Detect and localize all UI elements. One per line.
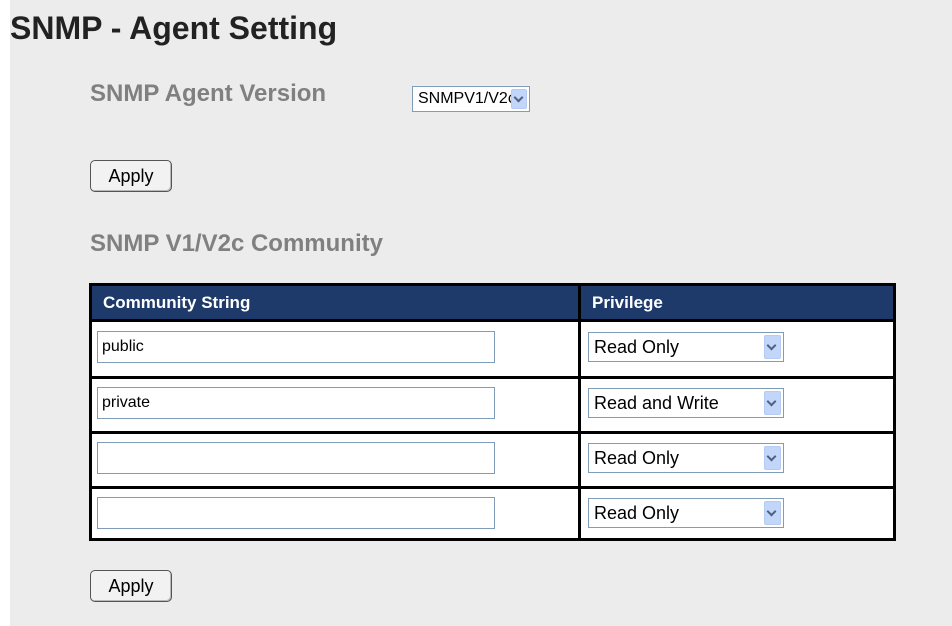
column-header-community-string: Community String xyxy=(92,286,578,319)
agent-version-value: SNMPV1/V2c xyxy=(418,90,516,107)
chevron-down-icon[interactable] xyxy=(764,446,781,470)
row-divider xyxy=(92,376,893,379)
chevron-down-icon[interactable] xyxy=(764,335,781,359)
community-string-input-4[interactable] xyxy=(97,497,495,529)
row-divider xyxy=(92,319,893,322)
privilege-value-3: Read Only xyxy=(594,448,680,468)
community-table: Community String Privilege Read Only Rea… xyxy=(89,283,896,541)
community-string-input-2[interactable] xyxy=(97,387,495,419)
privilege-select-4[interactable]: Read Only xyxy=(588,498,784,528)
row-divider xyxy=(92,431,893,434)
privilege-value-2: Read and Write xyxy=(594,393,719,413)
agent-apply-button[interactable]: Apply xyxy=(90,160,172,192)
community-section-title: SNMP V1/V2c Community xyxy=(90,230,383,257)
agent-version-select[interactable]: SNMPV1/V2c xyxy=(412,86,530,112)
chevron-down-icon[interactable] xyxy=(511,89,527,109)
community-apply-button[interactable]: Apply xyxy=(90,570,172,602)
column-divider xyxy=(578,286,581,538)
community-string-input-3[interactable] xyxy=(97,442,495,474)
privilege-select-1[interactable]: Read Only xyxy=(588,332,784,362)
privilege-value-4: Read Only xyxy=(594,503,680,523)
chevron-down-icon[interactable] xyxy=(764,501,781,525)
column-header-privilege: Privilege xyxy=(581,286,893,319)
privilege-select-3[interactable]: Read Only xyxy=(588,443,784,473)
page-title: SNMP - Agent Setting xyxy=(10,10,338,46)
privilege-select-2[interactable]: Read and Write xyxy=(588,388,784,418)
privilege-value-1: Read Only xyxy=(594,337,680,357)
chevron-down-icon[interactable] xyxy=(764,391,781,415)
community-string-input-1[interactable] xyxy=(97,331,495,363)
row-divider xyxy=(92,486,893,489)
settings-panel: SNMP - Agent Setting SNMP Agent Version … xyxy=(10,0,952,626)
agent-version-label: SNMP Agent Version xyxy=(90,80,327,107)
